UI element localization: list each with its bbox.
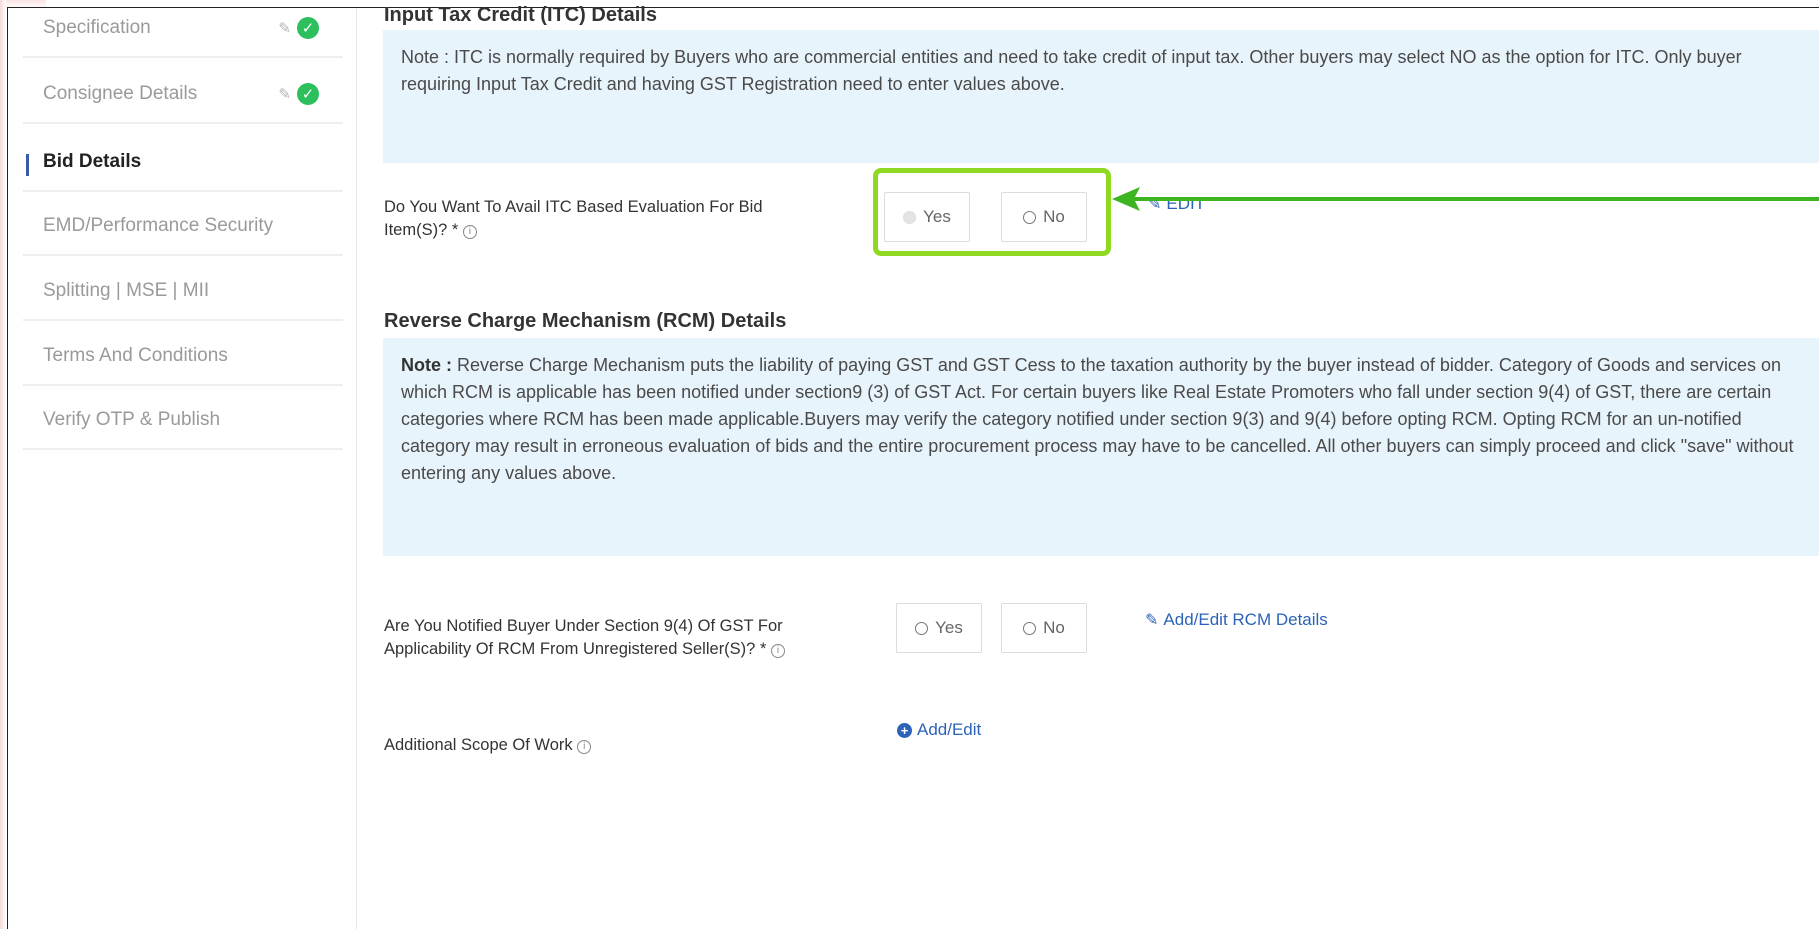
sidebar-item-label: Bid Details	[43, 151, 142, 172]
itc-section-title: Input Tax Credit (ITC) Details	[384, 4, 657, 26]
sidebar-item-label: Terms And Conditions	[43, 345, 228, 366]
active-indicator	[26, 154, 29, 176]
pencil-icon: ✎	[1145, 612, 1159, 629]
sidebar-item-label: Specification	[43, 17, 151, 38]
scope-question: Additional Scope Of Work i	[384, 734, 854, 757]
scope-add-edit-label: Add/Edit	[917, 720, 982, 739]
sidebar-item-emd-performance-security[interactable]: EMD/Performance Security	[23, 198, 343, 256]
sidebar-item-terms-and-conditions[interactable]: Terms And Conditions	[23, 328, 343, 386]
sidebar-item-label: Splitting | MSE | MII	[43, 280, 210, 301]
sidebar-nav: Specification ✎ ✓ Consignee Details ✎ ✓ …	[8, 8, 357, 929]
rcm-section-title: Reverse Charge Mechanism (RCM) Details	[384, 310, 787, 332]
main-content: Input Tax Credit (ITC) Details Note : IT…	[357, 4, 1819, 929]
annotation-highlight-box	[873, 168, 1111, 256]
rcm-note-text: Reverse Charge Mechanism puts the liabil…	[401, 355, 1794, 483]
scope-add-edit-link[interactable]: + Add/Edit	[897, 720, 981, 740]
rcm-edit-link[interactable]: ✎ Add/Edit RCM Details	[1145, 610, 1328, 630]
itc-question-line1: Do You Want To Avail ITC Based Evaluatio…	[384, 198, 763, 216]
plus-circle-icon: +	[897, 722, 912, 738]
pencil-icon[interactable]: ✎	[278, 85, 291, 103]
rcm-yes-radio[interactable]: Yes	[896, 603, 982, 653]
annotation-arrow	[1128, 197, 1819, 201]
scope-label: Additional Scope Of Work	[384, 736, 573, 754]
sidebar-item-label: Verify OTP & Publish	[43, 409, 221, 430]
itc-question: Do You Want To Avail ITC Based Evaluatio…	[384, 196, 854, 242]
left-edge-tint	[0, 0, 6, 929]
check-circle-icon: ✓	[297, 83, 319, 105]
info-icon[interactable]: i	[462, 225, 477, 239]
radio-circle-icon	[1023, 621, 1037, 635]
itc-note-text: Note : ITC is normally required by Buyer…	[401, 47, 1742, 94]
info-icon[interactable]: i	[577, 740, 592, 754]
sidebar-item-label: EMD/Performance Security	[43, 215, 274, 236]
rcm-no-radio[interactable]: No	[1001, 603, 1087, 653]
info-icon[interactable]: i	[770, 644, 785, 658]
sidebar-item-bid-details[interactable]: Bid Details	[23, 134, 343, 192]
rcm-question: Are You Notified Buyer Under Section 9(4…	[384, 615, 854, 661]
annotation-arrowhead-icon	[1112, 187, 1140, 211]
sidebar-item-label: Consignee Details	[43, 83, 198, 104]
sidebar-item-specification[interactable]: Specification ✎ ✓	[23, 0, 343, 58]
rcm-note-prefix: Note :	[401, 355, 452, 375]
rcm-note-box: Note : Reverse Charge Mechanism puts the…	[383, 338, 1819, 556]
rcm-edit-label: Add/Edit RCM Details	[1163, 610, 1328, 629]
sidebar-item-status: ✎ ✓	[278, 0, 319, 56]
pencil-icon[interactable]: ✎	[278, 19, 291, 37]
radio-circle-icon	[915, 621, 929, 635]
sidebar-item-consignee-details[interactable]: Consignee Details ✎ ✓	[23, 66, 343, 124]
rcm-yes-label: Yes	[935, 618, 963, 637]
sidebar-item-status: ✎ ✓	[278, 66, 319, 122]
sidebar-item-verify-otp-publish[interactable]: Verify OTP & Publish	[23, 392, 343, 450]
rcm-question-line2: Applicability Of RCM From Unregistered S…	[384, 640, 767, 658]
rcm-question-line1: Are You Notified Buyer Under Section 9(4…	[384, 617, 783, 635]
itc-question-line2: Item(S)? *	[384, 221, 459, 239]
check-circle-icon: ✓	[297, 17, 319, 39]
rcm-no-label: No	[1043, 618, 1065, 637]
sidebar-item-splitting-mse-mii[interactable]: Splitting | MSE | MII	[23, 263, 343, 321]
itc-note-box: Note : ITC is normally required by Buyer…	[383, 30, 1819, 163]
